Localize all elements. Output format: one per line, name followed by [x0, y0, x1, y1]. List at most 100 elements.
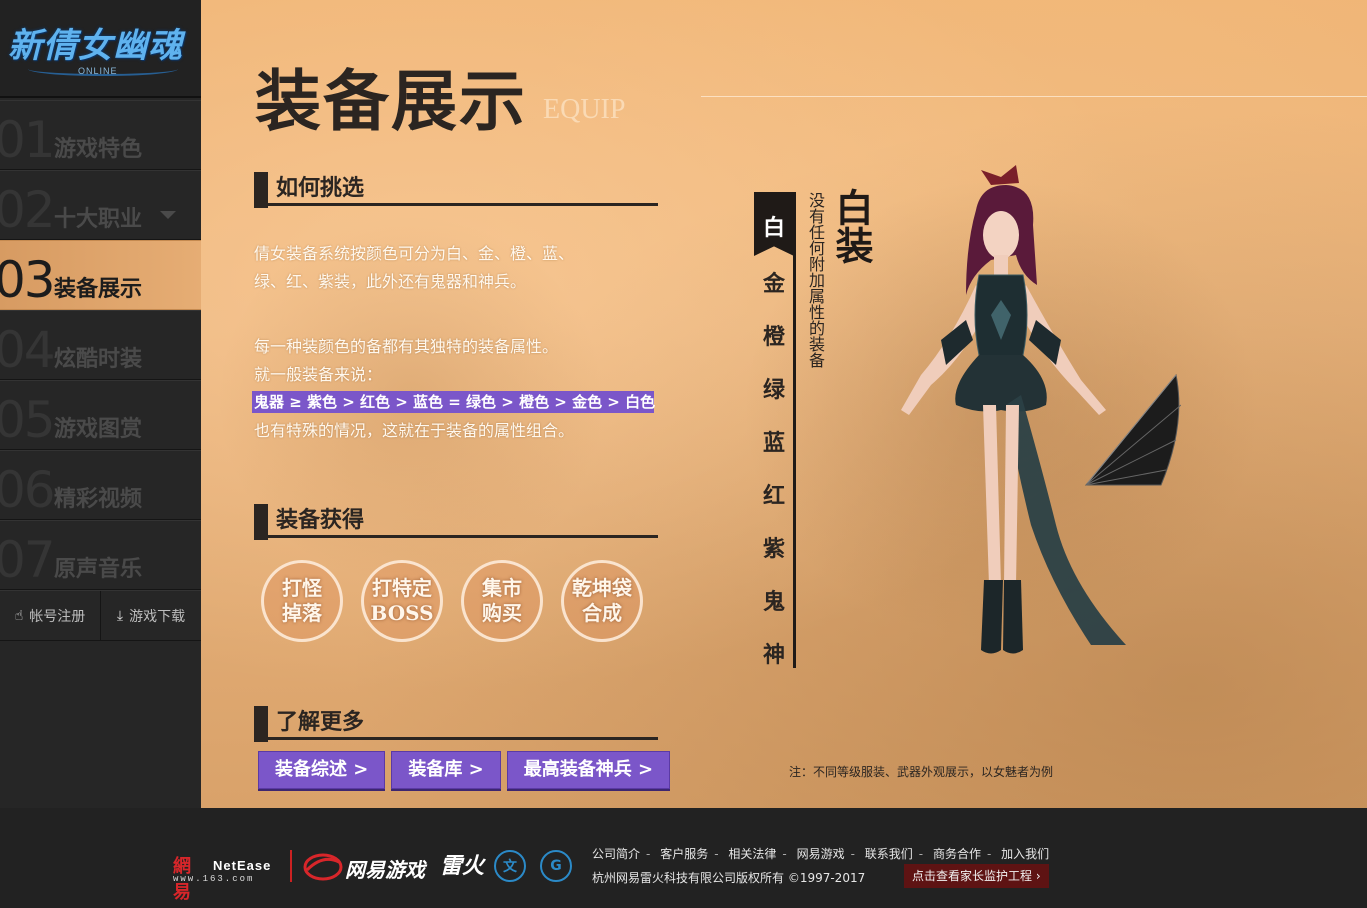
rating-logo-icon[interactable]: G: [540, 850, 572, 882]
copyright: 杭州网易雷火科技有限公司版权所有 ©1997-2017: [592, 871, 866, 885]
footer-link-service[interactable]: 客户服务: [660, 847, 708, 861]
nav-item-equipment[interactable]: 03 装备展示: [0, 240, 201, 310]
top-equip-button[interactable]: 最高装备神兵 >: [506, 751, 671, 789]
download-link[interactable]: ⤓ 游戏下载: [100, 591, 201, 640]
text-line: 也有特殊的情况，这就在于装备的属性组合。: [254, 421, 575, 440]
nav-item-features[interactable]: 01 游戏特色: [0, 100, 201, 170]
nav-item-classes[interactable]: 02 十大职业: [0, 170, 201, 240]
section-heading-more: 了解更多: [254, 704, 658, 742]
netease-games-icon: [303, 853, 343, 881]
nav-item-videos[interactable]: 06 精彩视频: [0, 450, 201, 520]
obtain-boss[interactable]: 打特定 BOSS: [361, 560, 443, 642]
nav-label: 炫酷时装: [54, 347, 143, 372]
parental-control-link[interactable]: 点击查看家长监护工程 ›: [904, 864, 1049, 888]
nav-label: 精彩视频: [54, 487, 143, 512]
page-title-en: EQUIP: [543, 94, 626, 125]
nav-num: 03: [0, 251, 56, 309]
heading-text: 了解更多: [276, 710, 365, 735]
main-nav: 01 游戏特色 02 十大职业 03 装备展示 04 炫酷时装 05 游戏图赏 …: [0, 100, 201, 590]
how-paragraph-1: 倩女装备系统按颜色可分为白、金、橙、蓝、 绿、红、紫装，此外还有鬼器和神兵。: [254, 240, 574, 296]
circle-line: 集市: [482, 576, 522, 600]
character-illustration: [901, 165, 1181, 654]
nav-item-fashion[interactable]: 04 炫酷时装: [0, 310, 201, 380]
quality-tab-orange[interactable]: 橙: [754, 319, 794, 351]
main-content: 装备展示 EQUIP 如何挑选 倩女装备系统按颜色可分为白、金、橙、蓝、 绿、红…: [201, 0, 1367, 808]
text-line: 倩女装备系统按颜色可分为白、金、橙、蓝、: [254, 244, 575, 263]
quality-tab-green[interactable]: 绿: [754, 372, 794, 404]
obtain-methods: 打怪 掉落 打特定 BOSS 集市 购买 乾坤袋 合成: [261, 560, 643, 642]
more-buttons: 装备综述 > 装备库 > 最高装备神兵 >: [258, 751, 671, 789]
quality-tab-gold[interactable]: 金: [754, 266, 794, 298]
quality-tab-divine[interactable]: 神: [754, 637, 794, 669]
netease-en: NetEase: [213, 858, 272, 873]
nav-label: 十大职业: [54, 207, 143, 232]
obtain-monster-drop[interactable]: 打怪 掉落: [261, 560, 343, 642]
circle-line: 合成: [582, 601, 622, 625]
footer-link-contact[interactable]: 联系我们: [865, 847, 913, 861]
nav-item-music[interactable]: 07 原声音乐: [0, 520, 201, 590]
netease-url: www.163.com: [173, 874, 255, 884]
quality-tab-red[interactable]: 红: [754, 478, 794, 510]
quality-tab-purple[interactable]: 紫: [754, 531, 794, 563]
netease-games-logo[interactable]: 网易游戏: [303, 852, 425, 886]
logo-text: 新倩女幽魂: [8, 26, 183, 66]
text-line: 绿、红、紫装，此外还有鬼器和神兵。: [254, 272, 527, 291]
fan-icon: [1084, 373, 1181, 486]
heading-bar: [254, 172, 268, 208]
nav-num: 02: [0, 181, 56, 239]
register-label: 帐号注册: [29, 608, 86, 625]
illustration-note: 注：不同等级服装、武器外观展示，以女魅者为例: [789, 765, 1054, 779]
account-links: ☝ 帐号注册 ⤓ 游戏下载: [0, 590, 201, 641]
game-logo[interactable]: 新倩女幽魂 ONLINE: [0, 0, 201, 98]
circle-line: 购买: [482, 601, 522, 625]
download-label: 游戏下载: [129, 608, 186, 625]
rank-highlight: 鬼器 ≥ 紫色 > 红色 > 蓝色 = 绿色 > 橙色 > 金色 > 白色: [252, 391, 656, 413]
footer-link-about[interactable]: 公司简介: [592, 847, 640, 861]
circle-line: 打特定: [372, 576, 432, 600]
quality-tab-white[interactable]: 白: [754, 192, 794, 256]
obtain-market[interactable]: 集市 购买: [461, 560, 543, 642]
footer-link-separator: -: [986, 847, 992, 861]
heading-bar: [254, 706, 268, 742]
section-heading-obtain: 装备获得: [254, 502, 658, 540]
quality-tab-ghost[interactable]: 鬼: [754, 584, 794, 616]
heading-text: 如何挑选: [276, 176, 365, 201]
quality-tab-blue[interactable]: 蓝: [754, 425, 794, 457]
download-icon: ⤓: [116, 607, 124, 624]
how-paragraph-2: 每一种装颜色的备都有其独特的装备属性。 就一般装备来说：: [254, 333, 558, 389]
footer-link-separator: -: [918, 847, 924, 861]
text-line: 每一种装颜色的备都有其独特的装备属性。: [254, 337, 559, 356]
footer-link-separator: -: [714, 847, 719, 861]
netease-games-text: 网易游戏: [345, 858, 425, 882]
circle-line: 掉落: [282, 601, 322, 625]
circle-line: 乾坤袋: [572, 576, 632, 600]
section-heading-how: 如何挑选: [254, 170, 658, 208]
footer-links: 公司简介 - 客户服务 - 相关法律 - 网易游戏 - 联系我们 - 商务合作 - 加入我们: [592, 845, 1049, 862]
equip-overview-button[interactable]: 装备综述 >: [258, 751, 386, 789]
footer-link-separator: -: [646, 847, 651, 861]
circle-line: 打怪: [282, 576, 322, 600]
footer-link-games[interactable]: 网易游戏: [797, 847, 845, 861]
heading-bar: [254, 504, 268, 540]
how-paragraph-3: 也有特殊的情况，这就在于装备的属性组合。: [254, 417, 574, 445]
footer-link-separator: -: [850, 847, 855, 861]
footer-link-legal[interactable]: 相关法律: [728, 847, 776, 861]
title-rule: [701, 96, 1367, 97]
leihuo-logo[interactable]: 雷火: [440, 848, 484, 880]
culture-logo-icon[interactable]: 文: [494, 850, 526, 882]
footer-link-jobs[interactable]: 加入我们: [1001, 847, 1049, 861]
circle-line: BOSS: [370, 601, 434, 625]
footer-link-separator: -: [782, 847, 787, 861]
footer-divider: [290, 850, 292, 882]
footer-link-business[interactable]: 商务合作: [933, 847, 981, 861]
chevron-down-icon: [160, 211, 176, 219]
obtain-bag-synthesis[interactable]: 乾坤袋 合成: [561, 560, 643, 642]
nav-label: 装备展示: [54, 277, 143, 302]
nav-num: 05: [0, 391, 56, 449]
register-link[interactable]: ☝ 帐号注册: [0, 591, 100, 640]
nav-num: 06: [0, 461, 56, 519]
logo-sub: ONLINE: [78, 66, 118, 76]
nav-item-gallery[interactable]: 05 游戏图赏: [0, 380, 201, 450]
equip-library-button[interactable]: 装备库 >: [391, 751, 501, 789]
heading-text: 装备获得: [276, 508, 365, 533]
